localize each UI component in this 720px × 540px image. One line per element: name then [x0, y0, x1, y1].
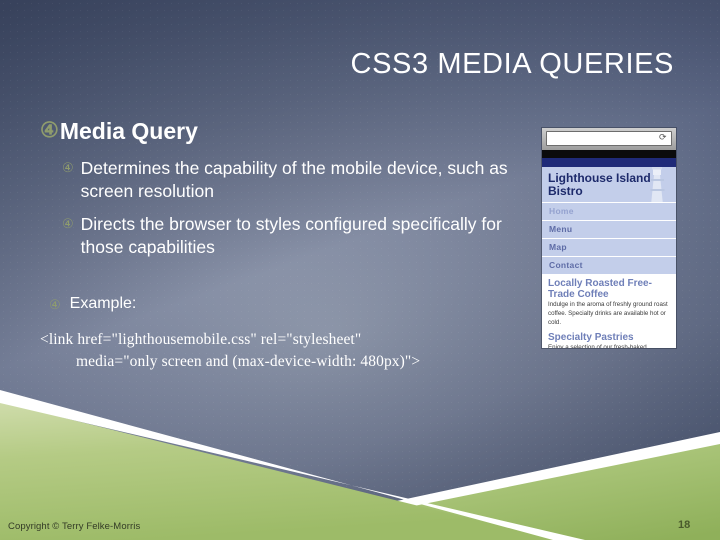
footer-angle-decoration — [0, 390, 720, 540]
site-top-band — [542, 158, 676, 167]
code-line-1: <link href="lighthousemobile.css" rel="s… — [40, 330, 362, 348]
browser-chrome-shadow — [542, 150, 676, 158]
section-heading: Specialty Pastries — [548, 331, 634, 343]
slide: CSS3 MEDIA QUERIES ④ Media Query ④ Deter… — [0, 0, 720, 540]
mobile-screenshot-image: ⟳ Lighthouse Island Bistro Home Menu Map… — [542, 128, 676, 348]
section-heading: Locally Roasted Free-Trade Coffee — [548, 277, 652, 301]
site-main-content: Locally Roasted Free-Trade Coffee Indulg… — [542, 273, 676, 348]
list-item-label: Directs the browser to styles configured… — [80, 213, 502, 258]
example-label: Example: — [69, 295, 137, 313]
bullet-heading-label: Media Query — [59, 118, 198, 144]
slide-body: ④ Media Query ④ Determines the capabilit… — [40, 118, 540, 374]
circled-four-bullet-icon: ④ — [62, 159, 74, 175]
site-header: Lighthouse Island Bistro — [542, 167, 676, 202]
browser-chrome: ⟳ — [542, 128, 676, 150]
nav-item-home[interactable]: Home — [542, 201, 676, 220]
bullet-heading: ④ Media Query — [40, 118, 540, 146]
page-title: CSS3 MEDIA QUERIES — [350, 48, 674, 80]
code-line-2: media="only screen and (max-device-width… — [76, 353, 421, 371]
page-number: 18 — [678, 519, 691, 531]
list-item-label: Determines the capability of the mobile … — [80, 157, 508, 202]
list-item: ④ Determines the capability of the mobil… — [62, 157, 540, 204]
nav-item-map[interactable]: Map — [542, 237, 676, 256]
circled-four-bullet-icon: ④ — [62, 215, 74, 231]
circled-four-bullet-icon: ④ — [40, 119, 59, 142]
section-text: Enjoy a selection of our fresh-baked, or… — [548, 343, 649, 348]
section-text: Indulge in the aroma of freshly ground r… — [548, 301, 668, 326]
circled-four-bullet-icon: ④ — [49, 297, 61, 313]
nav-item-menu[interactable]: Menu — [542, 219, 676, 238]
site-title: Lighthouse Island Bistro — [548, 171, 651, 198]
example-item: ④ Example: — [49, 294, 540, 315]
url-input[interactable]: ⟳ — [546, 131, 672, 146]
code-snippet: <link href="lighthousemobile.css" rel="s… — [40, 329, 540, 374]
list-item: ④ Directs the browser to styles configur… — [62, 213, 540, 260]
copyright-text: Copyright © Terry Felke-Morris — [8, 521, 141, 532]
nav-item-contact[interactable]: Contact — [542, 255, 676, 274]
site-nav: Home Menu Map Contact — [542, 201, 676, 274]
reload-icon[interactable]: ⟳ — [659, 133, 668, 142]
